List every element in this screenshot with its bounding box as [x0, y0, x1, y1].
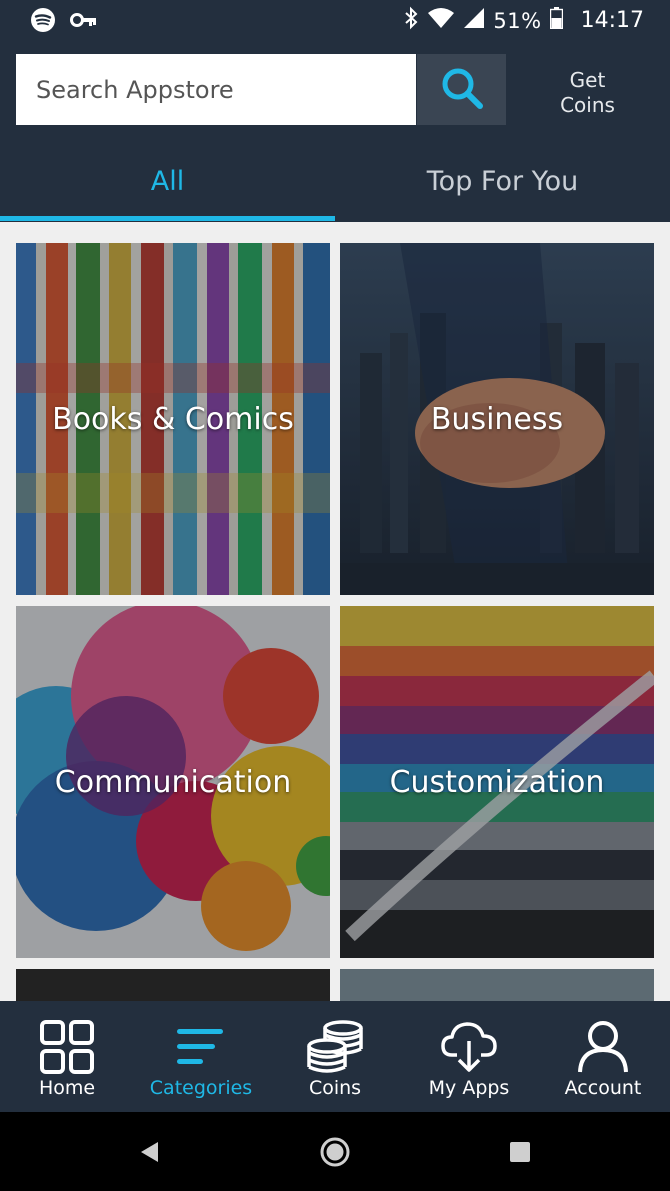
battery-icon: [549, 7, 563, 34]
nav-label: Account: [564, 1077, 642, 1099]
nav-label: Coins: [308, 1077, 362, 1099]
tab-top-for-you[interactable]: Top For You: [335, 140, 670, 222]
category-label: Communication: [54, 764, 292, 800]
category-grid: Books & Comics Business Communication Cu…: [0, 222, 670, 1001]
signal-icon: [463, 7, 485, 34]
category-tile-business[interactable]: Business: [340, 243, 654, 595]
nav-label: My Apps: [428, 1077, 510, 1099]
home-circle-icon: [320, 1137, 350, 1167]
bottom-nav: Home Categories Coins My Apps Account: [0, 1001, 670, 1112]
wifi-icon: [427, 7, 455, 34]
category-label: Customization: [389, 764, 605, 800]
coins-icon: [305, 1019, 365, 1075]
category-label: Books & Comics: [52, 401, 294, 437]
category-tile-books-comics[interactable]: Books & Comics: [16, 243, 330, 595]
category-tile-partial[interactable]: [16, 969, 330, 1001]
vpn-key-icon: [70, 11, 98, 33]
nav-coins[interactable]: Coins: [268, 1001, 402, 1112]
status-bar: 51% 14:17: [0, 0, 670, 40]
category-tile-partial[interactable]: [340, 969, 654, 1001]
nav-home[interactable]: Home: [0, 1001, 134, 1112]
battery-percent: 51%: [493, 8, 542, 33]
cloud-download-icon: [440, 1019, 498, 1075]
category-label: Business: [430, 401, 564, 437]
recents-icon: [510, 1142, 530, 1162]
system-nav-bar: [0, 1112, 670, 1191]
grid-icon: [39, 1019, 95, 1075]
get-coins-line1: Get: [569, 68, 606, 92]
get-coins-link[interactable]: Get Coins: [530, 68, 645, 118]
spotify-icon: [30, 7, 56, 37]
search-icon: [439, 65, 485, 115]
bluetooth-icon: [403, 6, 419, 35]
tab-bar: All Top For You: [0, 140, 670, 222]
clock: 14:17: [580, 8, 644, 33]
tab-all[interactable]: All: [0, 140, 335, 222]
back-button[interactable]: [138, 1140, 160, 1168]
nav-label: Home: [38, 1077, 96, 1099]
person-icon: [577, 1019, 629, 1075]
search-input[interactable]: Search Appstore: [16, 54, 416, 125]
nav-my-apps[interactable]: My Apps: [402, 1001, 536, 1112]
recents-button[interactable]: [509, 1141, 531, 1167]
category-tile-communication[interactable]: Communication: [16, 606, 330, 958]
get-coins-line2: Coins: [560, 93, 615, 117]
category-tile-customization[interactable]: Customization: [340, 606, 654, 958]
home-button[interactable]: [319, 1136, 351, 1172]
app-header: Search Appstore Get Coins All Top For Yo…: [0, 40, 670, 222]
nav-categories[interactable]: Categories: [134, 1001, 268, 1112]
nav-label: Categories: [149, 1077, 253, 1099]
back-icon: [141, 1142, 158, 1162]
nav-account[interactable]: Account: [536, 1001, 670, 1112]
list-icon: [175, 1019, 227, 1075]
search-button[interactable]: [417, 54, 506, 125]
active-tab-indicator: [0, 216, 335, 221]
